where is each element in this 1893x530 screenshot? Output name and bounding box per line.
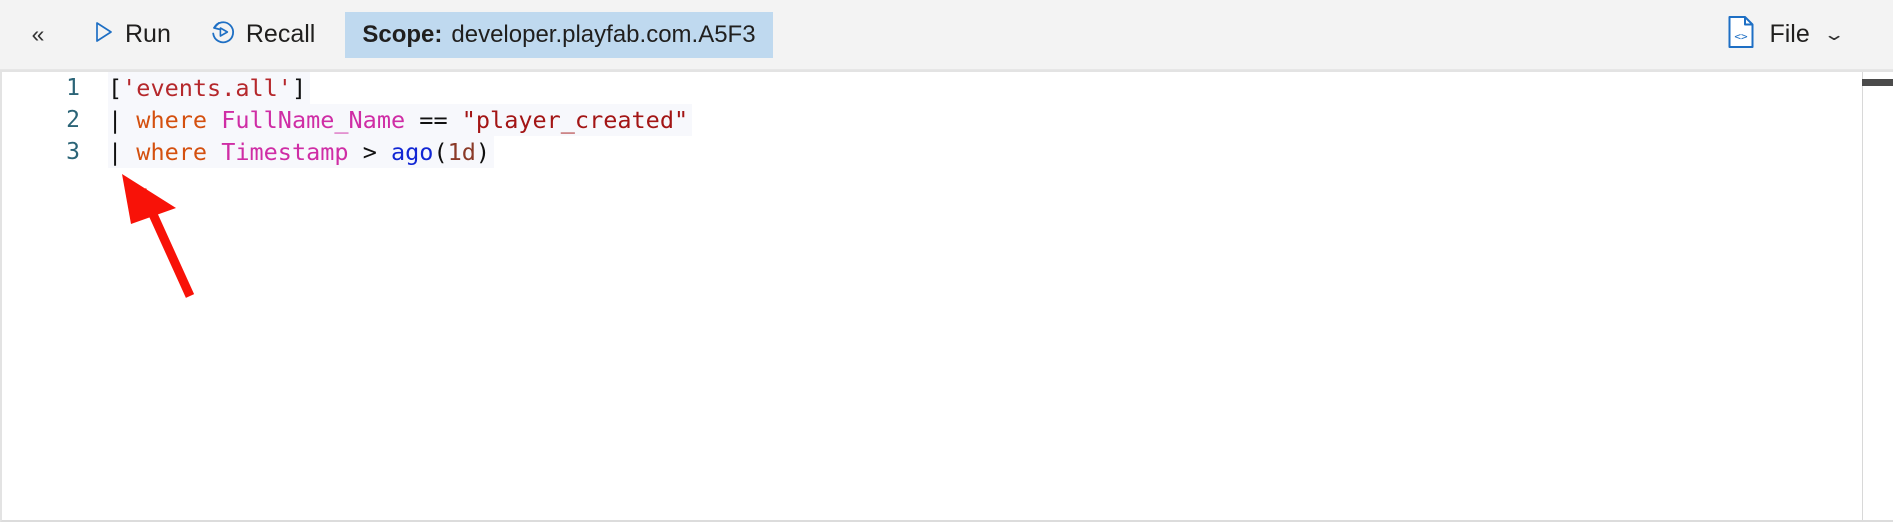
code-token: ago xyxy=(391,138,434,166)
code-line[interactable]: 1 ['events.all'] xyxy=(2,72,1893,104)
code-line-content[interactable]: | where Timestamp > ago(1d) xyxy=(108,136,495,168)
code-token: ) xyxy=(475,138,491,166)
editor-bottom-strip xyxy=(0,524,1893,530)
code-lines-container[interactable]: 1 ['events.all'] 2 | where FullName_Name ==… xyxy=(2,72,1893,520)
code-token: == xyxy=(419,106,448,134)
chevron-down-icon: ⌄ xyxy=(1822,24,1846,44)
collapse-panel-button[interactable]: « xyxy=(12,12,64,58)
code-token: ( xyxy=(433,138,448,166)
query-editor[interactable]: 1 ['events.all'] 2 | where FullName_Name ==… xyxy=(0,70,1893,522)
code-token: where xyxy=(136,138,208,166)
play-triangle-icon xyxy=(90,19,116,50)
toolbar-left-group: « Run Recall Scope: developer.playfab.co… xyxy=(0,0,773,69)
code-line-content[interactable]: ['events.all'] xyxy=(108,72,311,104)
code-line-content[interactable]: | where FullName_Name == "player_created… xyxy=(108,104,693,136)
recall-replay-icon xyxy=(209,18,237,51)
code-token: 'events.all' xyxy=(122,74,292,102)
line-number: 2 xyxy=(66,107,80,133)
code-token: FullName_Name xyxy=(221,106,406,134)
code-token: ] xyxy=(291,74,307,102)
svg-text:<>: <> xyxy=(1735,30,1749,43)
code-token: "player_created" xyxy=(461,106,689,134)
recall-button-label: Recall xyxy=(245,20,316,48)
editor-toolbar: « Run Recall Scope: developer.playfab.co… xyxy=(0,0,1893,70)
editor-scroll-marker[interactable] xyxy=(1862,79,1893,86)
run-button[interactable]: Run xyxy=(78,12,183,58)
editor-vertical-ruler xyxy=(1862,72,1863,520)
toolbar-right-group: <> File ⌄ xyxy=(1718,0,1893,69)
scope-selector[interactable]: Scope: developer.playfab.com.A5F3 xyxy=(345,11,773,58)
line-number: 3 xyxy=(66,139,80,165)
code-token: 1d xyxy=(447,138,476,166)
double-chevron-left-icon: « xyxy=(31,21,45,47)
file-menu-button[interactable]: <> File ⌄ xyxy=(1718,12,1849,58)
recall-button[interactable]: Recall xyxy=(197,12,327,58)
file-menu-label: File xyxy=(1769,20,1810,48)
code-token: > xyxy=(362,138,377,166)
scope-label: Scope: xyxy=(362,20,443,48)
code-file-icon: <> xyxy=(1726,15,1756,54)
code-token: Timestamp xyxy=(221,138,349,166)
run-button-label: Run xyxy=(125,20,171,48)
line-number: 1 xyxy=(66,75,80,101)
code-token: where xyxy=(136,106,208,134)
scope-value: developer.playfab.com.A5F3 xyxy=(451,20,756,48)
code-token: | xyxy=(108,106,137,134)
code-line[interactable]: 3 | where Timestamp > ago(1d) xyxy=(2,136,1893,168)
code-line[interactable]: 2 | where FullName_Name == "player_create… xyxy=(2,104,1893,136)
code-token: | xyxy=(108,138,137,166)
code-token: [ xyxy=(108,74,123,102)
